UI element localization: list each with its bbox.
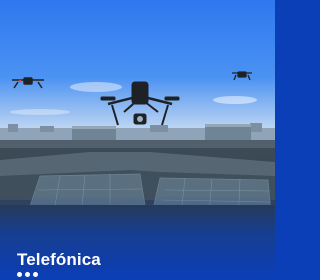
drones-over-rooftop-photo [0,0,275,280]
ad-card[interactable]: Telefónica [0,0,275,280]
brand-block: Telefónica [17,251,217,277]
telefonica-dots-logo-icon [17,272,217,277]
brand-name: Telefónica [17,250,101,269]
